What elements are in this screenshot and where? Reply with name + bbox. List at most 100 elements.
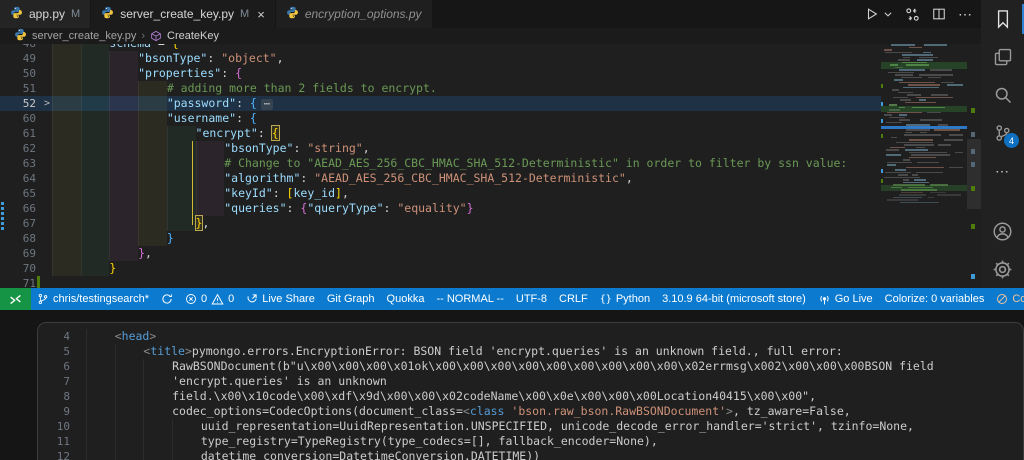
tab-server-create-key-py[interactable]: server_create_key.py M × <box>91 0 275 28</box>
breadcrumb-file[interactable]: server_create_key.py <box>32 30 136 42</box>
line-number: 62 <box>23 141 36 156</box>
quokka-label: Quokka <box>387 293 425 305</box>
remote-indicator[interactable] <box>0 288 31 310</box>
code-line: 66 "queries": {"queryType": "equality"} <box>0 201 881 216</box>
code-line: 11 type_registry=TypeRegistry(type_codec… <box>38 434 1023 449</box>
open-changes-icon[interactable] <box>905 7 920 22</box>
eol-selector[interactable]: CRLF <box>553 288 594 310</box>
bottom-region: 4 <head>5 <title>pymongo.errors.Encrypti… <box>0 310 1024 460</box>
colorize-variables-item[interactable]: Colorize: 0 variables <box>879 288 991 310</box>
code-area: 48 schema = {49 "bsonType": "object",50 … <box>0 44 881 288</box>
scrollbar[interactable] <box>967 44 981 288</box>
bracket-scope-guide <box>192 141 193 225</box>
code-line: 71 <box>0 276 881 288</box>
additional-views-icon[interactable]: ⋯ <box>981 152 1024 190</box>
quokka-button[interactable]: Quokka <box>381 288 431 310</box>
code-editor[interactable]: 48 schema = {49 "bsonType": "object",50 … <box>0 44 981 288</box>
line-number: 60 <box>23 111 36 126</box>
language-label: Python <box>616 293 650 305</box>
python-file-icon <box>286 6 299 22</box>
python-interpreter-selector[interactable]: 3.10.9 64-bit (microsoft store) <box>656 288 812 310</box>
encoding-selector[interactable]: UTF-8 <box>510 288 553 310</box>
warning-icon <box>211 293 224 306</box>
settings-gear-icon[interactable] <box>981 250 1024 288</box>
run-python-file-button[interactable] <box>865 7 879 21</box>
editor-actions: ⋯ <box>865 0 973 28</box>
folded-code-ellipsis[interactable]: ⋯ <box>261 99 273 110</box>
fold-chevron-icon[interactable]: > <box>44 96 50 111</box>
colorize-toggle[interactable]: Colorize <box>990 288 1024 310</box>
disabled-color-icon <box>996 293 1008 305</box>
code-line: 62 "bsonType": "string", <box>0 141 881 156</box>
line-number: 49 <box>23 51 36 66</box>
tab-encryption-options-py[interactable]: encryption_options.py <box>276 0 432 28</box>
braces-icon: {} <box>600 294 612 305</box>
colorize-label: Colorize <box>1012 293 1024 305</box>
git-graph-button[interactable]: Git Graph <box>321 288 381 310</box>
code-line: 4 <head> <box>38 329 1023 344</box>
git-modified-badge: M <box>240 8 249 20</box>
line-number: 11 <box>57 434 70 449</box>
sync-changes-button[interactable] <box>155 288 179 310</box>
line-number: 65 <box>23 186 36 201</box>
activity-bar: 4 ⋯ <box>981 0 1024 288</box>
go-live-label: Go Live <box>835 293 873 305</box>
code-line: 68 } <box>0 231 881 246</box>
code-line: 48 schema = { <box>0 44 881 51</box>
python-file-icon <box>10 6 23 22</box>
python-file-icon <box>101 6 114 22</box>
git-modified-gutter-marker <box>1 202 4 215</box>
tab-label: encryption_options.py <box>305 7 422 21</box>
vim-mode-indicator[interactable]: -- NORMAL -- <box>430 288 509 310</box>
git-graph-label: Git Graph <box>327 293 375 305</box>
code-line: 70 } <box>0 261 881 276</box>
tab-bar: app.py M server_create_key.py M × encryp… <box>0 0 981 28</box>
close-icon[interactable]: × <box>257 8 265 21</box>
live-share-button[interactable]: Live Share <box>240 288 321 310</box>
top-region: app.py M server_create_key.py M × encryp… <box>0 0 1024 288</box>
code-line: 49 "bsonType": "object", <box>0 51 881 66</box>
line-number: 52 <box>23 96 36 111</box>
source-control-icon[interactable]: 4 <box>981 114 1024 152</box>
line-number: 5 <box>63 344 70 359</box>
more-actions-icon[interactable]: ⋯ <box>958 6 973 23</box>
line-number: 10 <box>57 419 70 434</box>
line-number: 70 <box>23 261 36 276</box>
encoding-label: UTF-8 <box>516 293 547 305</box>
line-number: 7 <box>63 374 70 389</box>
code-line: 64 "algorithm": "AEAD_AES_256_CBC_HMAC_S… <box>0 171 881 186</box>
problems-item[interactable]: 0 0 <box>179 288 240 310</box>
explorer-icon[interactable] <box>981 38 1024 76</box>
breadcrumb-separator: › <box>141 30 145 42</box>
line-number: 66 <box>23 201 36 216</box>
bookmarks-icon[interactable] <box>981 0 1024 38</box>
search-icon[interactable] <box>981 76 1024 114</box>
error-count: 0 <box>201 293 207 305</box>
code-line: 5 <title>pymongo.errors.EncryptionError:… <box>38 344 1023 359</box>
line-number: 67 <box>23 216 36 231</box>
split-editor-icon[interactable] <box>932 7 946 21</box>
line-number: 50 <box>23 66 36 81</box>
sync-icon <box>161 293 173 305</box>
colorize-variables-label: Colorize: 0 variables <box>885 293 985 305</box>
code-line: 12 datetime_conversion=DatetimeConversio… <box>38 449 1023 460</box>
line-number: 51 <box>23 81 36 96</box>
git-branch-item[interactable]: chris/testingsearch* <box>31 288 155 310</box>
line-number: 68 <box>23 231 36 246</box>
minimap[interactable] <box>881 44 967 288</box>
account-icon[interactable] <box>981 212 1024 250</box>
symbol-class-icon <box>150 30 162 42</box>
breadcrumb-symbol[interactable]: CreateKey <box>167 30 219 42</box>
line-number: 63 <box>23 156 36 171</box>
run-dropdown-chevron-icon[interactable] <box>883 9 893 19</box>
line-number: 4 <box>63 329 70 344</box>
editor-column: app.py M server_create_key.py M × encryp… <box>0 0 981 288</box>
go-live-button[interactable]: Go Live <box>812 288 879 310</box>
code-line: 63 # Change to "AEAD_AES_256_CBC_HMAC_SH… <box>0 156 881 171</box>
breadcrumb: server_create_key.py › CreateKey <box>0 28 981 44</box>
eol-label: CRLF <box>559 293 588 305</box>
warning-count: 0 <box>228 293 234 305</box>
language-mode-selector[interactable]: {} Python <box>594 288 656 310</box>
tab-app-py[interactable]: app.py M <box>0 0 90 28</box>
error-output-editor[interactable]: 4 <head>5 <title>pymongo.errors.Encrypti… <box>37 322 1024 460</box>
